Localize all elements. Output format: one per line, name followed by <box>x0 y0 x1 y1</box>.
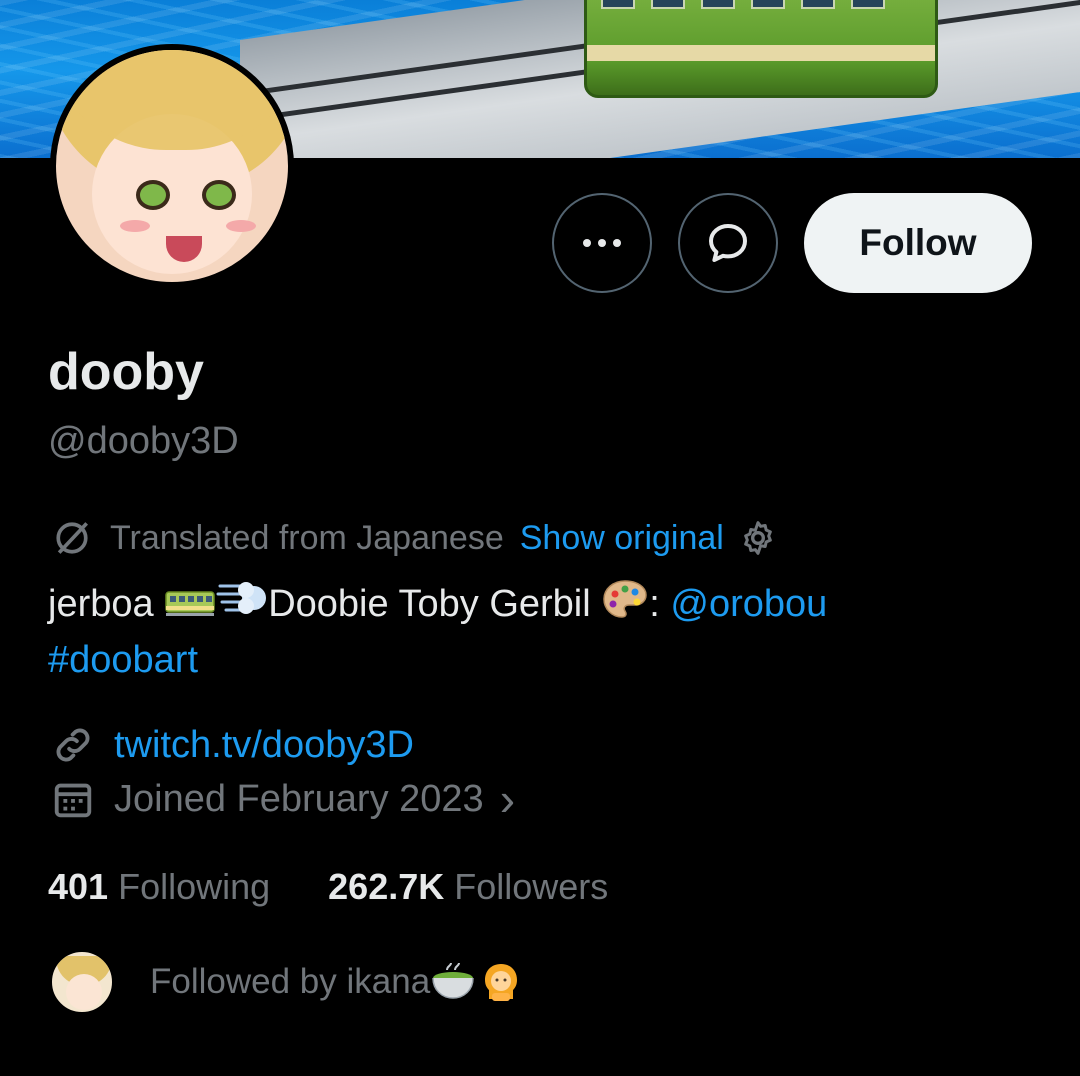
train-emoji-icon <box>165 591 215 616</box>
chevron-right-icon: › <box>499 773 516 825</box>
website-link[interactable]: twitch.tv/dooby3D <box>114 724 414 767</box>
profile-handle: @dooby3D <box>48 420 239 462</box>
bio-text: Doobie Toby Gerbil <box>268 583 602 625</box>
calendar-icon <box>54 783 92 818</box>
followed-by-text: Followed by ikana <box>150 962 431 1001</box>
dash-emoji-icon <box>216 582 267 614</box>
follower-avatar <box>50 950 114 1014</box>
message-bubble-icon <box>709 224 747 262</box>
person-emoji-icon <box>485 964 518 1001</box>
follow-button[interactable]: Follow <box>804 193 1032 293</box>
link-icon <box>56 728 90 762</box>
followers-count: 262.7K <box>328 866 445 907</box>
profile-avatar[interactable] <box>50 44 294 288</box>
profile-joined[interactable]: Joined February 2023 › <box>50 774 515 824</box>
profile-stats: 401 Following 262.7K Followers <box>48 862 608 912</box>
message-button[interactable] <box>678 193 778 293</box>
profile-website[interactable]: twitch.tv/dooby3D <box>50 720 414 770</box>
profile-name: dooby <box>48 343 204 401</box>
bio-text: jerboa <box>48 583 165 625</box>
following-stat[interactable]: 401 Following <box>48 866 270 908</box>
palette-emoji-icon <box>603 580 648 618</box>
translate-icon <box>56 522 89 554</box>
gear-icon[interactable] <box>738 518 778 558</box>
bio-text: : <box>649 583 671 625</box>
followed-by[interactable]: Followed by ikana <box>50 950 522 1014</box>
followers-label: Followers <box>454 866 609 907</box>
following-label: Following <box>118 866 271 907</box>
tea-emoji-icon <box>432 962 474 999</box>
more-options-button[interactable] <box>552 193 652 293</box>
translation-label: Translated from Japanese <box>110 518 504 557</box>
more-dots-icon <box>583 239 621 247</box>
bio-hashtag-link[interactable]: #doobart <box>48 639 198 681</box>
followers-stat[interactable]: 262.7K Followers <box>328 866 608 908</box>
profile-bio: jerboa Doobie Toby Gerbil : @orobou #doo… <box>48 576 1048 688</box>
joined-date: Joined February 2023 <box>114 777 484 820</box>
following-count: 401 <box>48 866 109 907</box>
show-original-link[interactable]: Show original <box>520 519 724 558</box>
bio-mention-link[interactable]: @orobou <box>670 583 827 625</box>
translation-notice: Translated from Japanese Show original <box>50 516 778 560</box>
banner-tram <box>584 0 938 98</box>
